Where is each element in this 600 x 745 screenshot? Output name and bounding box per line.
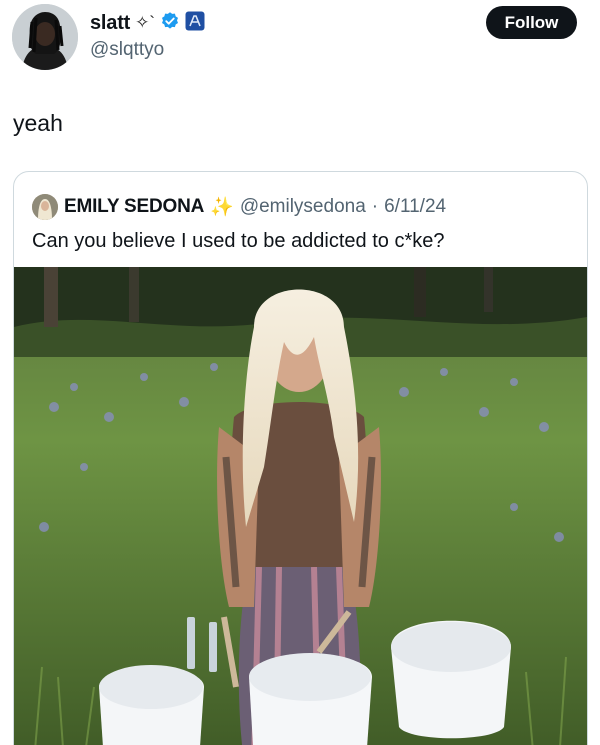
quoted-author-display-name[interactable]: EMILY SEDONA [64,196,204,218]
sparkle-emoji-icon: ✧` [135,13,156,32]
tweet-header: slatt ✧` @slqttyo Follow [0,0,600,80]
quoted-tweet-card[interactable]: EMILY SEDONA ✨ @emilysedona · 6/11/24 Ca… [13,171,588,745]
dot-separator: · [371,196,379,217]
quoted-tweet-media[interactable] [14,267,587,745]
tweet-text: yeah [13,110,63,136]
affiliate-badge-icon[interactable] [185,11,205,36]
sparkles-emoji-icon: ✨ [210,197,234,218]
quoted-tweet-header: EMILY SEDONA ✨ @emilysedona · 6/11/24 [32,194,446,220]
author-name-row[interactable]: slatt ✧` [90,11,205,35]
quoted-tweet-date[interactable]: 6/11/24 [384,196,446,218]
verified-badge-icon [160,11,180,36]
follow-button[interactable]: Follow [486,6,577,39]
author-avatar[interactable] [12,4,78,70]
author-display-name[interactable]: slatt [90,12,130,35]
quoted-author-handle[interactable]: @emilysedona [240,196,366,218]
quoted-author-avatar[interactable] [32,194,58,220]
quoted-tweet-text: Can you believe I used to be addicted to… [32,230,445,252]
author-handle[interactable]: @slqttyo [90,39,164,61]
